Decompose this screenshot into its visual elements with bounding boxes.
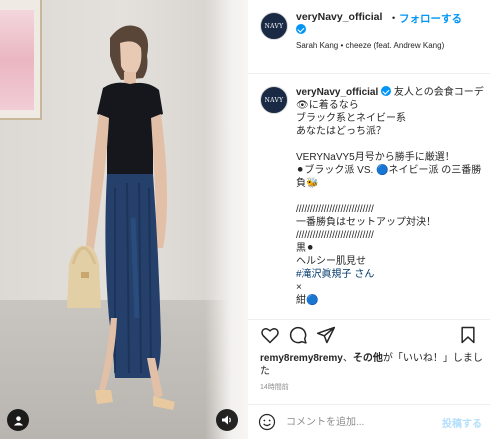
caption-line [296, 138, 484, 151]
comment-input[interactable] [286, 414, 426, 430]
model-figure [67, 25, 175, 410]
bookmark-icon[interactable] [458, 325, 478, 345]
likes-middle: 、 [342, 353, 353, 364]
account-username[interactable]: veryNavy_official [296, 11, 388, 37]
caption-line: × [296, 282, 302, 293]
post-header: NAVY veryNavy_official • フォローする Sarah Ka… [248, 0, 490, 74]
header-separator: • [392, 13, 396, 23]
verified-badge-icon [296, 24, 306, 34]
caption-line [296, 190, 484, 203]
likes-first-user[interactable]: remy8remy8remy [260, 353, 343, 364]
caption-line: 黒⚫ [296, 243, 315, 254]
verified-badge-icon [381, 86, 392, 96]
caption-line: //////////////////////////// [296, 230, 374, 241]
caption-line: 紺🔵 [296, 295, 319, 306]
post-caption: NAVY veryNavy_official 友人との会食コーデ👁に着るなら ブ… [248, 84, 490, 314]
comment-bar: 投稿する [248, 404, 490, 439]
heart-icon[interactable] [260, 325, 280, 345]
post-photo[interactable] [0, 0, 248, 439]
caption-first-line: veryNavy_official 友人との会食コーデ👁に着るなら [296, 86, 484, 112]
comment-icon[interactable] [288, 325, 308, 345]
caption-hashtag-line[interactable]: #滝沢眞規子 さん [296, 268, 484, 281]
post-comment-button[interactable]: 投稿する [442, 415, 482, 430]
speaker-icon [222, 415, 231, 425]
music-attribution[interactable]: Sarah Kang • cheeze (feat. Andrew Kang) [296, 40, 456, 51]
caption-line: 一番勝負はセットアップ対決！ [296, 217, 436, 228]
caption-username[interactable]: veryNavy_official [296, 87, 378, 98]
likes-summary: remy8remy8remy、その他が「いいね！」しました [260, 352, 486, 378]
user-icon [13, 415, 23, 426]
photo-curtain [205, 0, 248, 439]
post-timestamp[interactable]: 14時間前 [260, 382, 289, 392]
audio-toggle-button[interactable] [216, 409, 238, 431]
caption-line: //////////////////////////// [296, 204, 374, 215]
emoji-icon[interactable] [258, 413, 276, 431]
caption-line: ブラック系とネイビー系 [296, 113, 406, 124]
wall-art-frame [0, 0, 42, 120]
likes-others-link[interactable]: その他 [353, 353, 383, 364]
wall-art [0, 10, 34, 110]
caption-line: ヘルシー肌見せ [296, 256, 366, 267]
tagged-users-button[interactable] [7, 409, 29, 431]
share-icon[interactable] [316, 325, 336, 345]
caption-body: veryNavy_official 友人との会食コーデ👁に着るなら ブラック系と… [296, 86, 484, 307]
caption-line: VERYNaVY5月号から勝手に厳選！ [296, 152, 455, 163]
follow-button[interactable]: フォローする [399, 11, 462, 26]
caption-line: あなたはどっち派？ [296, 126, 386, 137]
caption-avatar[interactable]: NAVY [260, 86, 288, 114]
post-side-panel: NAVY veryNavy_official • フォローする Sarah Ka… [248, 0, 490, 439]
account-avatar[interactable]: NAVY [260, 12, 288, 40]
post-actions-bar [248, 319, 490, 349]
account-username-text[interactable]: veryNavy_official [296, 11, 382, 23]
caption-line: ⚫ブラック派 VS. 🔵ネイビー派 の三番勝負🐝 [296, 165, 482, 189]
